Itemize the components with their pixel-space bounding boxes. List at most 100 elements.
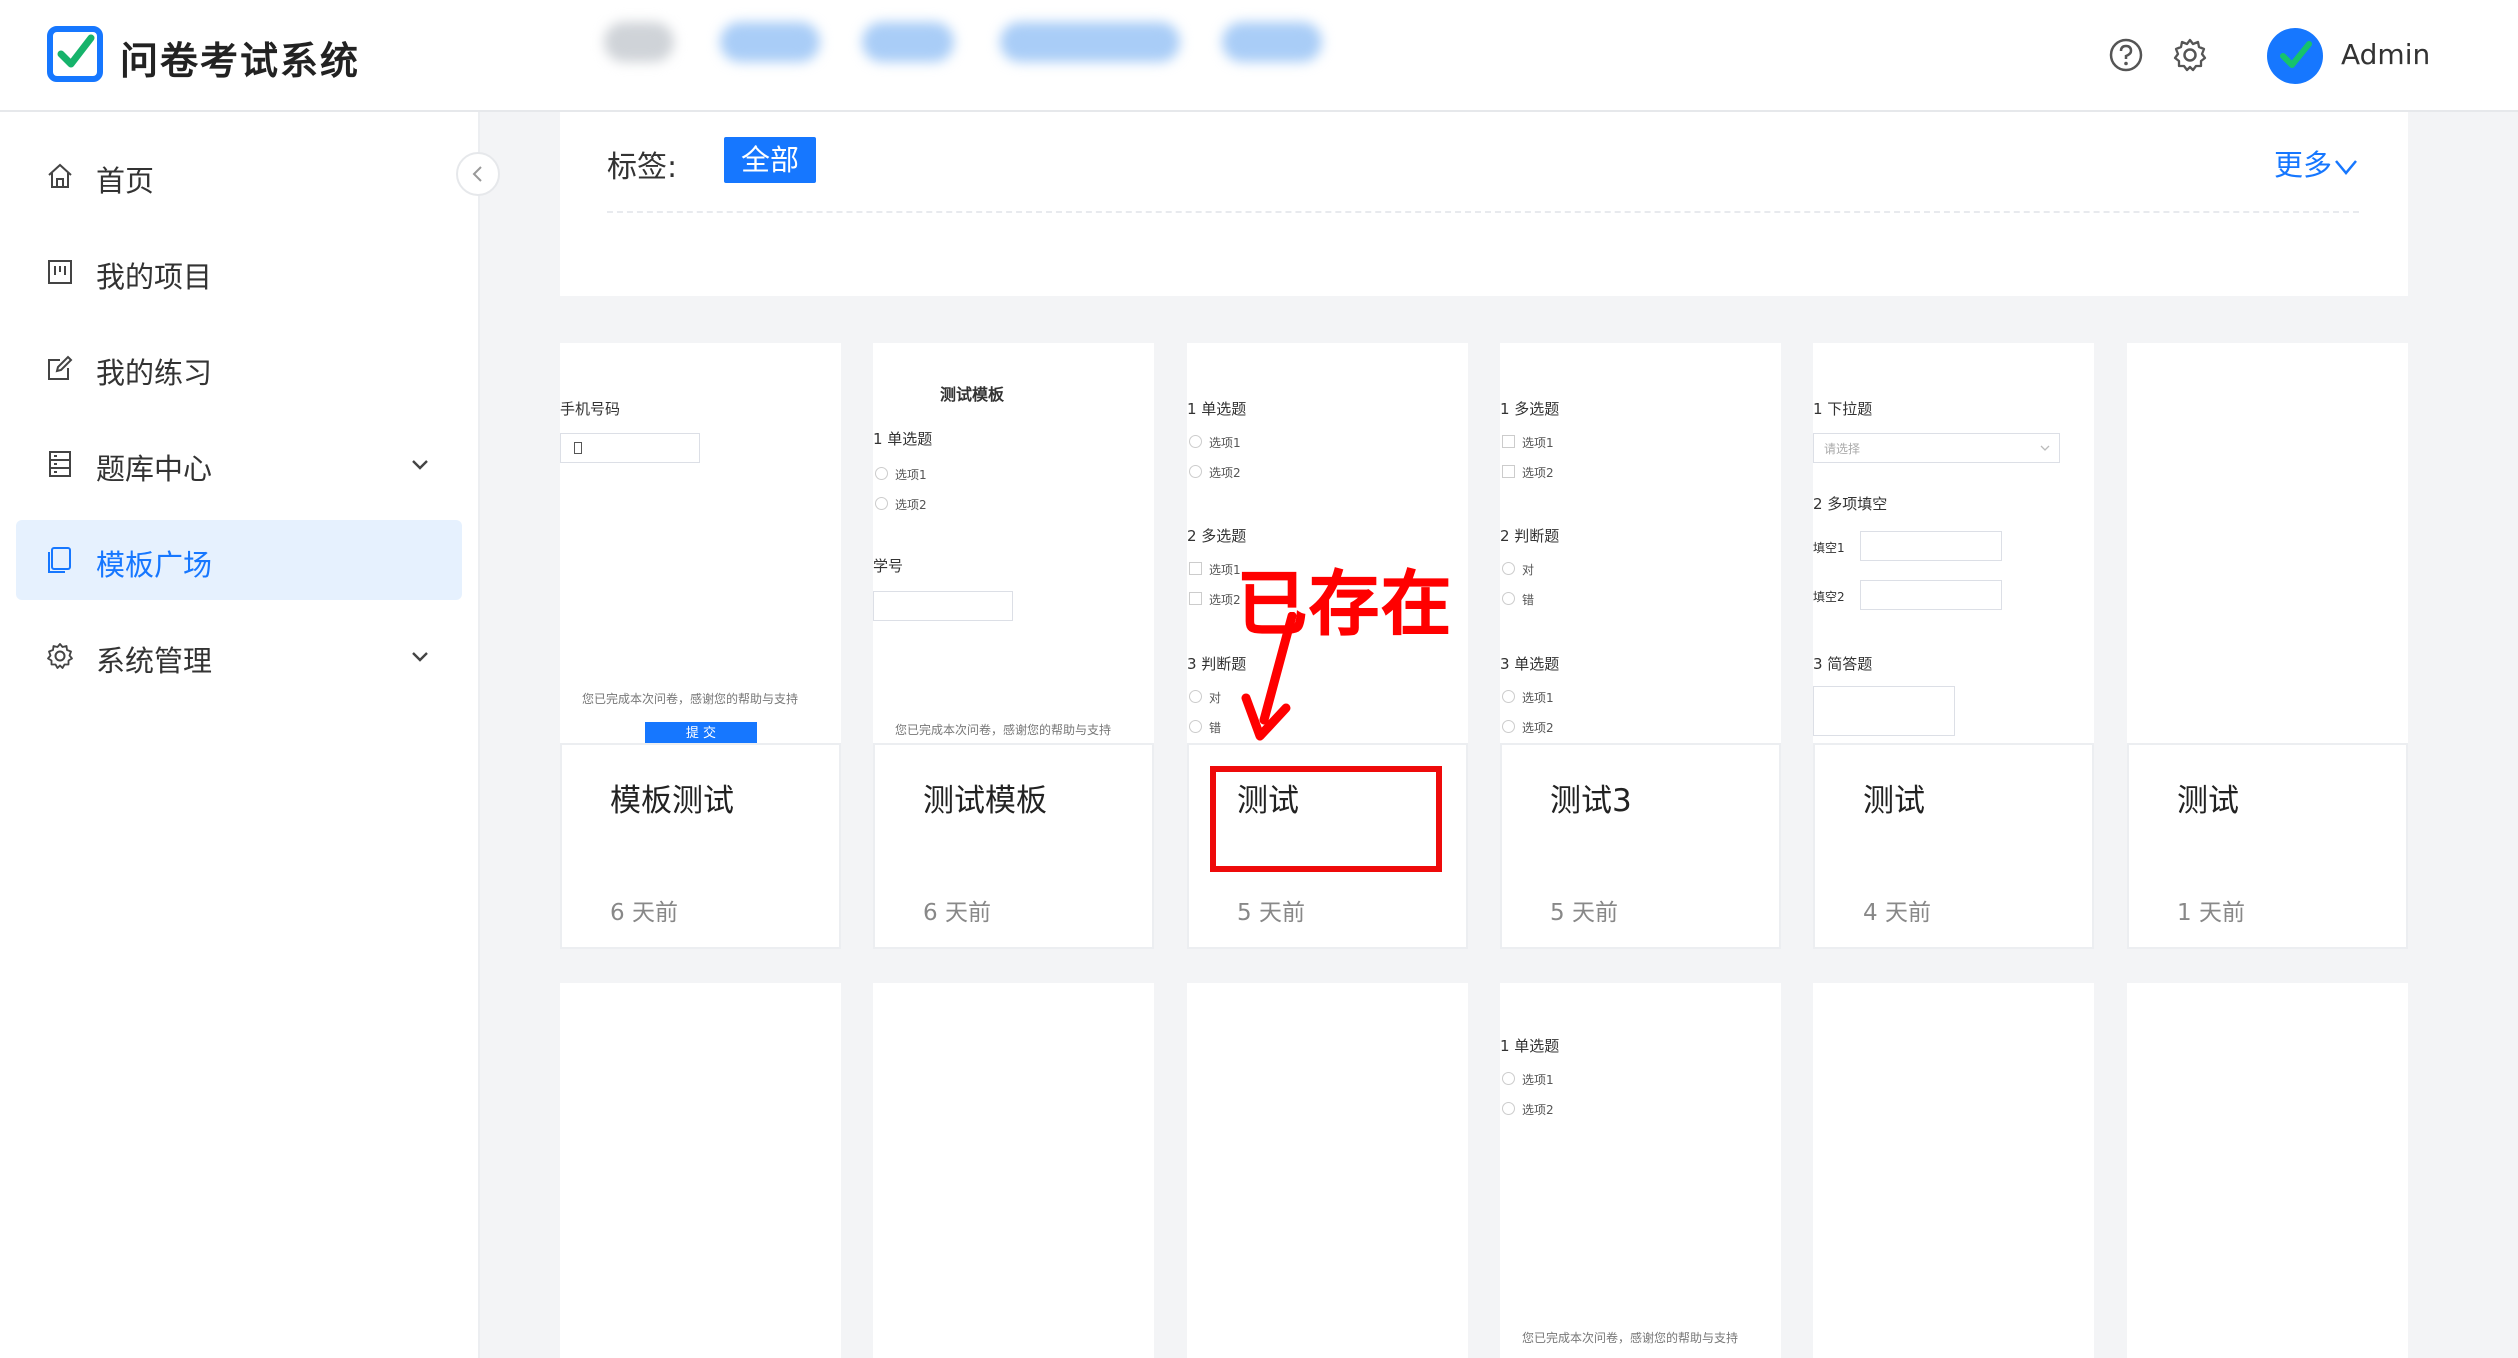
template-card[interactable]: [1187, 983, 1468, 1358]
template-card[interactable]: 手机号码 您已完成本次问卷，感谢您的帮助与支持 提 交 模板测试 6 天前: [560, 343, 841, 949]
project-icon: [48, 260, 72, 284]
template-card[interactable]: [560, 983, 841, 1358]
preview-footer-text: 您已完成本次问卷，感谢您的帮助与支持: [895, 723, 1112, 737]
preview-heading: 测试模板: [940, 385, 1005, 404]
preview-question: 2 多选题: [1187, 527, 1247, 545]
chevron-down-icon: [2040, 445, 2050, 451]
preview-option: 选项1: [1209, 563, 1241, 577]
preview-fill-label: 填空1: [1813, 541, 1845, 555]
template-card[interactable]: [873, 983, 1154, 1358]
sidebar-item-home[interactable]: 首页: [16, 136, 462, 216]
more-label: 更多: [2273, 148, 2332, 182]
preview-footer-text: 您已完成本次问卷，感谢您的帮助与支持: [582, 692, 799, 706]
preview-checkbox: [1189, 562, 1202, 575]
preview-option: 对: [1209, 691, 1222, 705]
card-title: 模板测试: [610, 783, 734, 819]
settings-icon[interactable]: [2172, 37, 2208, 73]
card-time: 4 天前: [1863, 900, 1931, 926]
sidebar: 首页 我的项目 我的练习 题库中心 模板广场 系统管理: [0, 112, 480, 1358]
preview-checkbox: [1189, 592, 1202, 605]
logo-icon: [47, 26, 103, 82]
template-card[interactable]: 1 单选题 选项1 选项2 您已完成本次问卷，感谢您的帮助与支持: [1500, 983, 1781, 1358]
sidebar-item-label: 首页: [96, 164, 155, 198]
blurred-nav-item: [720, 22, 820, 62]
sidebar-item-question-bank[interactable]: 题库中心: [16, 424, 462, 504]
more-tags-link[interactable]: 更多: [2274, 142, 2360, 184]
preview-question: 3 简答题: [1813, 655, 1873, 673]
preview-option: 选项2: [895, 498, 927, 512]
sidebar-item-label: 我的项目: [96, 260, 213, 294]
preview-radio: [1502, 720, 1515, 733]
preview-checkbox: [1502, 465, 1515, 478]
tag-all-button[interactable]: 全部: [724, 137, 816, 183]
template-icon: [48, 547, 71, 573]
preview-radio: [1502, 592, 1515, 605]
preview-input: [873, 591, 1013, 621]
card-time: 5 天前: [1237, 900, 1305, 926]
database-icon: [49, 451, 71, 477]
template-preview: [560, 983, 841, 1358]
preview-radio: [1189, 720, 1202, 733]
template-card[interactable]: 测试 1 天前: [2127, 343, 2408, 949]
preview-question: 3 判断题: [1187, 655, 1247, 673]
template-preview: 手机号码 您已完成本次问卷，感谢您的帮助与支持 提 交: [560, 343, 841, 743]
preview-field-label: 学号: [873, 557, 904, 575]
preview-option: 选项2: [1522, 466, 1554, 480]
sidebar-item-template-square[interactable]: 模板广场: [16, 520, 462, 600]
card-title: 测试3: [1550, 783, 1632, 819]
tag-label: 标签:: [607, 150, 678, 185]
preview-question: 1 单选题: [1500, 1037, 1560, 1055]
template-card[interactable]: 测试模板 1 单选题 选项1 选项2 学号 您已完成本次问卷，感谢您的帮助与支持…: [873, 343, 1154, 949]
template-card[interactable]: 1 下拉题 请选择 2 多项填空 填空1 填空2 3 简答题 测试 4 天前: [1813, 343, 2094, 949]
preview-option: 选项2: [1209, 466, 1241, 480]
blurred-nav-item: [1000, 22, 1180, 62]
template-card[interactable]: 1 多选题 选项1 选项2 2 判断题 对 错 3 单选题 选项1 选项2 测试…: [1500, 343, 1781, 949]
sidebar-item-practice[interactable]: 我的练习: [16, 328, 462, 408]
preview-option: 错: [1522, 593, 1535, 607]
blurred-nav-item: [604, 22, 674, 62]
preview-question: 1 单选题: [873, 430, 933, 448]
preview-option: 错: [1209, 721, 1222, 735]
template-preview: [873, 983, 1154, 1358]
sidebar-item-projects[interactable]: 我的项目: [16, 232, 462, 312]
edit-icon: [48, 355, 73, 380]
preview-option: 选项2: [1522, 721, 1554, 735]
sidebar-collapse-button[interactable]: [456, 152, 500, 196]
preview-option: 选项2: [1522, 1103, 1554, 1117]
template-preview: 测试模板 1 单选题 选项1 选项2 学号 您已完成本次问卷，感谢您的帮助与支持: [873, 343, 1154, 743]
card-info: 测试 1 天前: [2127, 743, 2408, 949]
template-preview: [1813, 983, 2094, 1358]
preview-radio: [1502, 690, 1515, 703]
card-title: 测试: [2177, 783, 2239, 819]
help-icon[interactable]: [2108, 37, 2144, 73]
card-time: 6 天前: [923, 900, 991, 926]
preview-submit-button: 提 交: [645, 722, 757, 743]
preview-radio: [1502, 562, 1515, 575]
preview-input: [1860, 531, 2002, 561]
preview-radio: [1189, 690, 1202, 703]
blurred-nav-item: [862, 22, 954, 62]
card-time: 6 天前: [610, 900, 678, 926]
preview-select: 请选择: [1813, 433, 2060, 463]
chevron-down-icon: [2335, 160, 2357, 175]
preview-question: 2 多项填空: [1813, 495, 1888, 513]
preview-checkbox: [1502, 435, 1515, 448]
preview-option: 选项1: [1522, 1073, 1554, 1087]
sidebar-item-system[interactable]: 系统管理: [16, 616, 462, 696]
preview-fill-label: 填空2: [1813, 590, 1845, 604]
user-name[interactable]: Admin: [2341, 38, 2430, 71]
preview-question: 2 判断题: [1500, 527, 1560, 545]
preview-question: 1 单选题: [1187, 400, 1247, 418]
annotation-arrow-icon: [1241, 612, 1297, 741]
template-card[interactable]: [2127, 983, 2408, 1358]
preview-field-label: 手机号码: [560, 400, 621, 418]
avatar[interactable]: [2267, 28, 2323, 84]
card-info: 模板测试 6 天前: [560, 743, 841, 949]
template-card[interactable]: [1813, 983, 2094, 1358]
template-preview: [2127, 343, 2408, 743]
tag-filter-panel: 标签: 全部 更多: [560, 112, 2408, 296]
template-preview: [1187, 983, 1468, 1358]
preview-input-cursor: [574, 442, 582, 454]
template-preview: 1 多选题 选项1 选项2 2 判断题 对 错 3 单选题 选项1 选项2: [1500, 343, 1781, 743]
divider: [607, 211, 2359, 213]
